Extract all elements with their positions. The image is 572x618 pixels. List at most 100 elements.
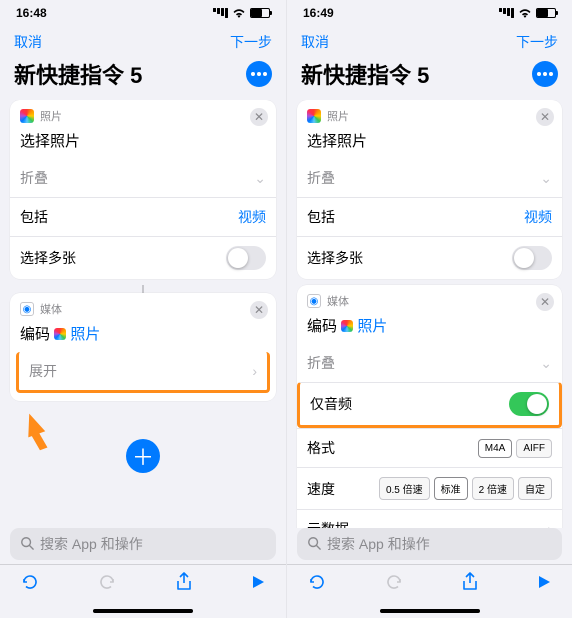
add-action-button[interactable]: ＋ [126, 439, 160, 473]
chevron-down-icon: ⌄ [540, 170, 552, 187]
format-option[interactable]: M4A [478, 439, 513, 458]
card-action-title: 编码 照片 [10, 321, 276, 352]
run-button[interactable] [250, 574, 266, 595]
remove-action-button[interactable]: ✕ [536, 293, 554, 311]
speed-row[interactable]: 速度 0.5 倍速 标准 2 倍速 自定 [297, 467, 562, 509]
next-button[interactable]: 下一步 [516, 32, 558, 52]
search-placeholder: 搜索 App 和操作 [327, 534, 430, 554]
speed-option[interactable]: 2 倍速 [472, 477, 514, 500]
wifi-icon [232, 8, 246, 18]
action-card-photos: 照片 ✕ 选择照片 折叠 ⌄ 包括 视频 选择多张 [297, 100, 562, 279]
remove-action-button[interactable]: ✕ [250, 301, 268, 319]
card-app-label: 照片 [327, 108, 349, 124]
chevron-down-icon: ⌄ [540, 355, 552, 372]
remove-action-button[interactable]: ✕ [536, 108, 554, 126]
cellular-icon [213, 8, 228, 18]
format-segmented[interactable]: M4A AIFF [478, 439, 552, 458]
chevron-right-icon: › [252, 363, 257, 379]
card-header: ◉ 媒体 [10, 293, 276, 321]
run-button[interactable] [536, 574, 552, 595]
collapse-row[interactable]: 折叠 ⌄ [297, 344, 562, 382]
bottom-toolbar [0, 564, 286, 604]
annotation-arrow [21, 411, 45, 438]
status-right [213, 8, 270, 18]
metadata-label: 元数据 [307, 519, 349, 528]
include-row[interactable]: 包括 视频 [10, 197, 276, 236]
page-title: 新快捷指令 5 [14, 58, 142, 90]
speed-segmented[interactable]: 0.5 倍速 标准 2 倍速 自定 [379, 477, 552, 500]
audio-only-label: 仅音频 [310, 394, 352, 414]
collapse-row[interactable]: 折叠 ⌄ [297, 159, 562, 197]
home-indicator [287, 604, 572, 618]
chevron-down-icon: ⌄ [254, 170, 266, 187]
format-label: 格式 [307, 438, 335, 458]
home-indicator [0, 604, 286, 618]
search-bar[interactable]: 搜索 App 和操作 [297, 528, 562, 560]
media-app-icon: ◉ [307, 294, 321, 308]
card-action-title: 选择照片 [10, 128, 276, 159]
next-button[interactable]: 下一步 [230, 32, 272, 52]
redo-button [384, 572, 404, 597]
metadata-row[interactable]: 元数据 › [297, 509, 562, 528]
photos-app-icon [307, 109, 321, 123]
photos-mini-icon [54, 328, 66, 340]
share-button[interactable] [175, 572, 193, 597]
speed-option[interactable]: 0.5 倍速 [379, 477, 430, 500]
undo-button[interactable] [20, 572, 40, 597]
title-row: 新快捷指令 5 [0, 56, 286, 100]
select-multiple-toggle[interactable] [226, 246, 266, 270]
card-header: 照片 [10, 100, 276, 128]
battery-icon [250, 8, 270, 18]
speed-option[interactable]: 自定 [518, 477, 552, 500]
photos-app-icon [20, 109, 34, 123]
variable-link[interactable]: 照片 [70, 326, 100, 343]
format-option[interactable]: AIFF [516, 439, 552, 458]
cancel-button[interactable]: 取消 [14, 32, 42, 52]
action-card-media: ◉ 媒体 ✕ 编码 照片 折叠 ⌄ 仅音频 格式 M4A AIFF [297, 285, 562, 528]
expand-row[interactable]: 展开 › [16, 352, 270, 393]
include-value: 视频 [524, 207, 552, 227]
speed-label: 速度 [307, 479, 335, 499]
card-header: 照片 [297, 100, 562, 128]
nav-bar: 取消 下一步 [287, 26, 572, 56]
expand-label: 展开 [29, 361, 57, 381]
content-area: 照片 ✕ 选择照片 折叠 ⌄ 包括 视频 选择多张 ◉ 媒体 ✕ [0, 100, 286, 528]
content-area: 照片 ✕ 选择照片 折叠 ⌄ 包括 视频 选择多张 ◉ 媒体 ✕ [287, 100, 572, 528]
screen-right: 16:49 取消 下一步 新快捷指令 5 照片 ✕ 选择照片 折叠 ⌄ [286, 0, 572, 618]
select-multiple-row: 选择多张 [10, 236, 276, 279]
more-button[interactable] [246, 61, 272, 87]
multi-label: 选择多张 [20, 248, 76, 268]
search-icon [307, 536, 321, 553]
collapse-label: 折叠 [307, 168, 335, 188]
screen-left: 16:48 取消 下一步 新快捷指令 5 照片 ✕ 选择照片 折叠 ⌄ [0, 0, 286, 618]
select-multiple-toggle[interactable] [512, 246, 552, 270]
card-header: ◉ 媒体 [297, 285, 562, 313]
variable-link[interactable]: 照片 [357, 318, 387, 335]
cancel-button[interactable]: 取消 [301, 32, 329, 52]
cellular-icon [499, 8, 514, 18]
remove-action-button[interactable]: ✕ [250, 108, 268, 126]
include-label: 包括 [20, 207, 48, 227]
audio-only-row: 仅音频 [297, 382, 562, 428]
speed-option[interactable]: 标准 [434, 477, 468, 500]
card-action-title: 选择照片 [297, 128, 562, 159]
action-card-photos: 照片 ✕ 选择照片 折叠 ⌄ 包括 视频 选择多张 [10, 100, 276, 279]
media-app-icon: ◉ [20, 302, 34, 316]
collapse-row[interactable]: 折叠 ⌄ [10, 159, 276, 197]
status-right [499, 8, 556, 18]
more-button[interactable] [532, 61, 558, 87]
chevron-right-icon: › [547, 521, 552, 528]
include-row[interactable]: 包括 视频 [297, 197, 562, 236]
search-icon [20, 536, 34, 553]
page-title: 新快捷指令 5 [301, 58, 429, 90]
audio-only-toggle[interactable] [509, 392, 549, 416]
battery-icon [536, 8, 556, 18]
select-multiple-row: 选择多张 [297, 236, 562, 279]
card-action-title: 编码 照片 [297, 313, 562, 344]
nav-bar: 取消 下一步 [0, 26, 286, 56]
card-app-label: 照片 [40, 108, 62, 124]
search-bar[interactable]: 搜索 App 和操作 [10, 528, 276, 560]
share-button[interactable] [461, 572, 479, 597]
undo-button[interactable] [307, 572, 327, 597]
format-row[interactable]: 格式 M4A AIFF [297, 428, 562, 467]
